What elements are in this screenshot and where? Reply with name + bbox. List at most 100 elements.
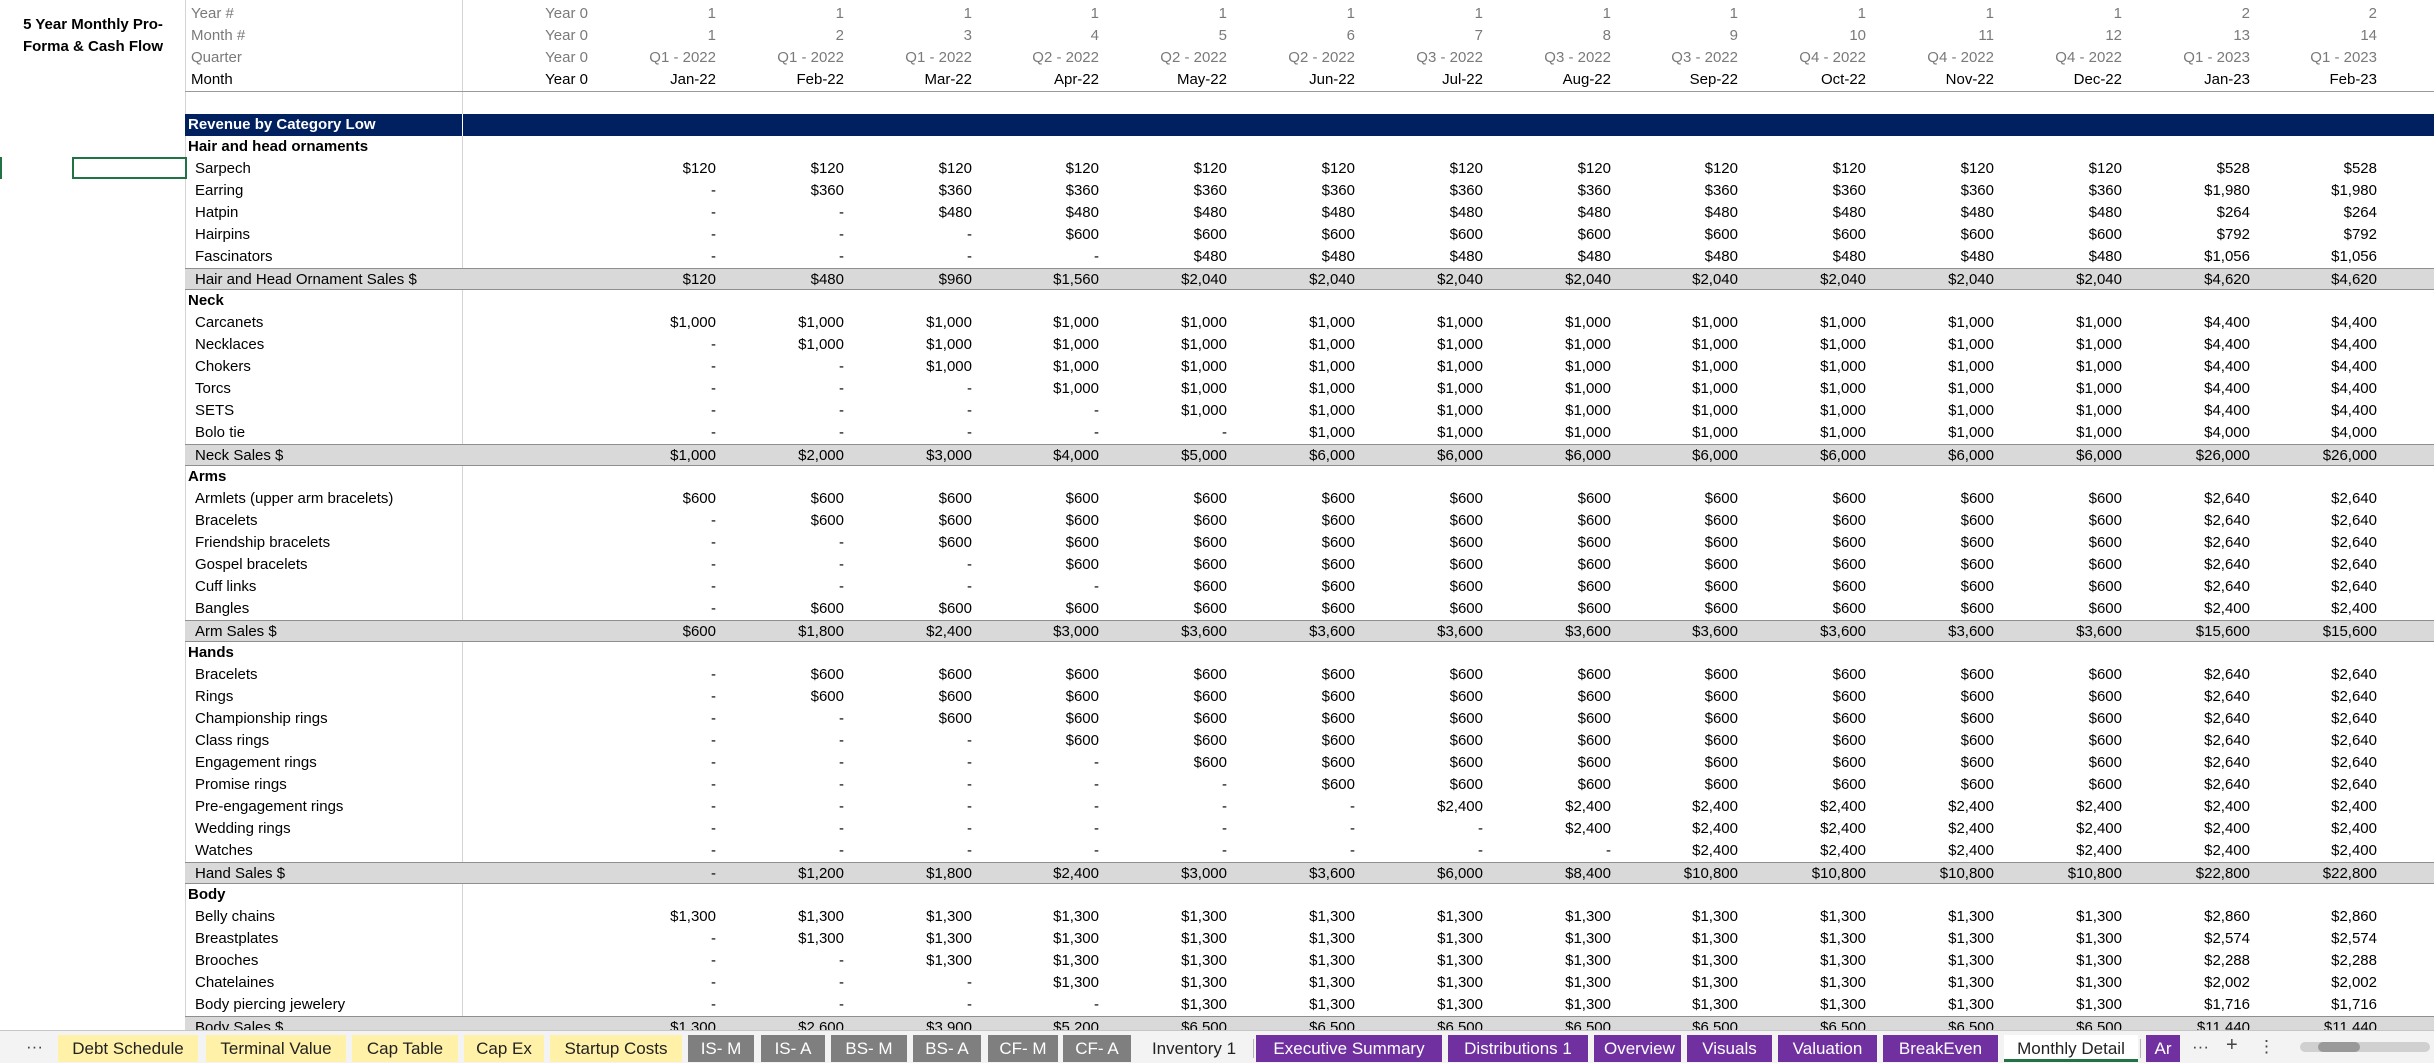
cell-value[interactable]: $600 bbox=[1884, 554, 1994, 576]
cell-value[interactable]: $600 bbox=[1117, 730, 1227, 752]
cell-value[interactable]: Q2 - 2022 bbox=[989, 47, 1099, 69]
cell-value[interactable]: $600 bbox=[1501, 554, 1611, 576]
cell-value[interactable]: - bbox=[606, 950, 716, 972]
cell-value[interactable]: $2,640 bbox=[2140, 576, 2250, 598]
cell-value[interactable]: Q1 - 2022 bbox=[862, 47, 972, 69]
row-label[interactable]: Bracelets bbox=[195, 510, 258, 532]
cell-value[interactable]: $4,400 bbox=[2140, 334, 2250, 356]
cell-value[interactable]: Q4 - 2022 bbox=[2012, 47, 2122, 69]
cell-value[interactable]: $600 bbox=[1373, 532, 1483, 554]
cell-value[interactable]: $1,300 bbox=[2012, 972, 2122, 994]
cell-value[interactable]: - bbox=[989, 246, 1099, 268]
cell-value[interactable]: $1,000 bbox=[2012, 400, 2122, 422]
row-label[interactable]: Sarpech bbox=[195, 158, 251, 180]
cell-value[interactable]: $600 bbox=[1628, 532, 1738, 554]
cell-value[interactable]: 3 bbox=[862, 25, 972, 47]
cell-value[interactable]: $4,620 bbox=[2140, 269, 2250, 291]
cell-value[interactable]: $264 bbox=[2140, 202, 2250, 224]
cell-value[interactable]: $600 bbox=[989, 664, 1099, 686]
cell-value[interactable]: 1 bbox=[1245, 3, 1355, 25]
row-label[interactable]: Engagement rings bbox=[195, 752, 317, 774]
cell-value[interactable]: $1,000 bbox=[1628, 400, 1738, 422]
cell-value[interactable]: $1,300 bbox=[734, 906, 844, 928]
cell-value[interactable]: $600 bbox=[1756, 664, 1866, 686]
cell-value[interactable]: $600 bbox=[989, 730, 1099, 752]
cell-value[interactable]: $120 bbox=[1245, 158, 1355, 180]
cell-value[interactable]: Q1 - 2022 bbox=[606, 47, 716, 69]
cell-value[interactable]: $1,000 bbox=[1628, 378, 1738, 400]
cell-value[interactable]: $360 bbox=[989, 180, 1099, 202]
cell-value[interactable]: - bbox=[606, 334, 716, 356]
cell-value[interactable]: $1,000 bbox=[989, 312, 1099, 334]
cell-value[interactable]: $1,000 bbox=[862, 312, 972, 334]
tab-options-icon[interactable]: ⋮ bbox=[2258, 1037, 2275, 1057]
cell-value[interactable]: $600 bbox=[1501, 224, 1611, 246]
cell-value[interactable]: - bbox=[862, 774, 972, 796]
cell-value[interactable]: $1,300 bbox=[1245, 950, 1355, 972]
cell-value[interactable]: $600 bbox=[1373, 730, 1483, 752]
cell-value[interactable]: Q1 - 2023 bbox=[2267, 47, 2377, 69]
cell-value[interactable]: $600 bbox=[1373, 224, 1483, 246]
row-label[interactable]: Hatpin bbox=[195, 202, 238, 224]
cell-value[interactable]: - bbox=[989, 752, 1099, 774]
cell-value[interactable]: $600 bbox=[734, 510, 844, 532]
cell-value[interactable]: $2,400 bbox=[989, 863, 1099, 885]
cell-value[interactable]: $600 bbox=[989, 510, 1099, 532]
cell-value[interactable]: $120 bbox=[1373, 158, 1483, 180]
cell-value[interactable]: $600 bbox=[1756, 224, 1866, 246]
cell-value[interactable]: $600 bbox=[1884, 576, 1994, 598]
active-cell[interactable] bbox=[72, 157, 187, 179]
cell-value[interactable]: Jun-22 bbox=[1245, 69, 1355, 91]
cell-value[interactable]: - bbox=[1373, 818, 1483, 840]
cell-value[interactable]: $600 bbox=[989, 488, 1099, 510]
cell-value[interactable]: Year 0 bbox=[478, 69, 588, 91]
row-label[interactable]: Hand Sales $ bbox=[195, 863, 285, 885]
cell-value[interactable]: $600 bbox=[1884, 686, 1994, 708]
cell-value[interactable]: $600 bbox=[989, 224, 1099, 246]
cell-value[interactable]: $480 bbox=[2012, 246, 2122, 268]
cell-value[interactable]: $360 bbox=[1884, 180, 1994, 202]
cell-value[interactable]: $600 bbox=[1245, 774, 1355, 796]
cell-value[interactable]: $3,600 bbox=[1884, 621, 1994, 643]
cell-value[interactable]: $2,640 bbox=[2140, 488, 2250, 510]
cell-value[interactable]: $600 bbox=[1884, 752, 1994, 774]
cell-value[interactable]: - bbox=[1117, 818, 1227, 840]
cell-value[interactable]: $1,300 bbox=[1756, 994, 1866, 1016]
cell-value[interactable]: $600 bbox=[862, 598, 972, 620]
cell-value[interactable]: $5,200 bbox=[989, 1017, 1099, 1030]
cell-value[interactable]: - bbox=[862, 422, 972, 444]
cell-value[interactable]: $1,300 bbox=[989, 928, 1099, 950]
cell-value[interactable]: $1,000 bbox=[2012, 312, 2122, 334]
cell-value[interactable]: $3,600 bbox=[1501, 621, 1611, 643]
cell-value[interactable]: $2,860 bbox=[2140, 906, 2250, 928]
cell-value[interactable]: $2,640 bbox=[2267, 532, 2377, 554]
cell-value[interactable]: $480 bbox=[1373, 202, 1483, 224]
cell-value[interactable]: Q3 - 2022 bbox=[1501, 47, 1611, 69]
cell-value[interactable]: Mar-22 bbox=[862, 69, 972, 91]
cell-value[interactable]: - bbox=[862, 246, 972, 268]
cell-value[interactable]: $600 bbox=[1628, 686, 1738, 708]
cell-value[interactable]: $1,056 bbox=[2267, 246, 2377, 268]
cell-value[interactable]: Feb-22 bbox=[734, 69, 844, 91]
cell-value[interactable]: $600 bbox=[1501, 598, 1611, 620]
cell-value[interactable]: $1,000 bbox=[1756, 378, 1866, 400]
cell-value[interactable]: $1,300 bbox=[1117, 994, 1227, 1016]
cell-value[interactable]: $1,000 bbox=[1245, 422, 1355, 444]
cell-value[interactable]: $1,300 bbox=[862, 906, 972, 928]
tab-cf-m[interactable]: CF- M bbox=[988, 1035, 1058, 1062]
cell-value[interactable]: $600 bbox=[2012, 488, 2122, 510]
category-label[interactable]: Neck bbox=[188, 290, 224, 312]
cell-value[interactable]: $2,400 bbox=[2140, 818, 2250, 840]
cell-value[interactable]: $15,600 bbox=[2140, 621, 2250, 643]
cell-value[interactable]: $600 bbox=[1756, 730, 1866, 752]
cell-value[interactable]: 1 bbox=[1117, 3, 1227, 25]
header-row-label[interactable]: Quarter bbox=[191, 47, 242, 69]
cell-value[interactable]: $2,400 bbox=[1884, 796, 1994, 818]
cell-value[interactable]: $5,000 bbox=[1117, 445, 1227, 467]
cell-value[interactable]: 2 bbox=[2140, 3, 2250, 25]
cell-value[interactable]: $600 bbox=[1117, 576, 1227, 598]
cell-value[interactable]: $1,980 bbox=[2140, 180, 2250, 202]
cell-value[interactable]: $6,000 bbox=[1501, 445, 1611, 467]
cell-value[interactable]: $1,300 bbox=[1884, 994, 1994, 1016]
tab-is-m[interactable]: IS- M bbox=[688, 1035, 754, 1062]
